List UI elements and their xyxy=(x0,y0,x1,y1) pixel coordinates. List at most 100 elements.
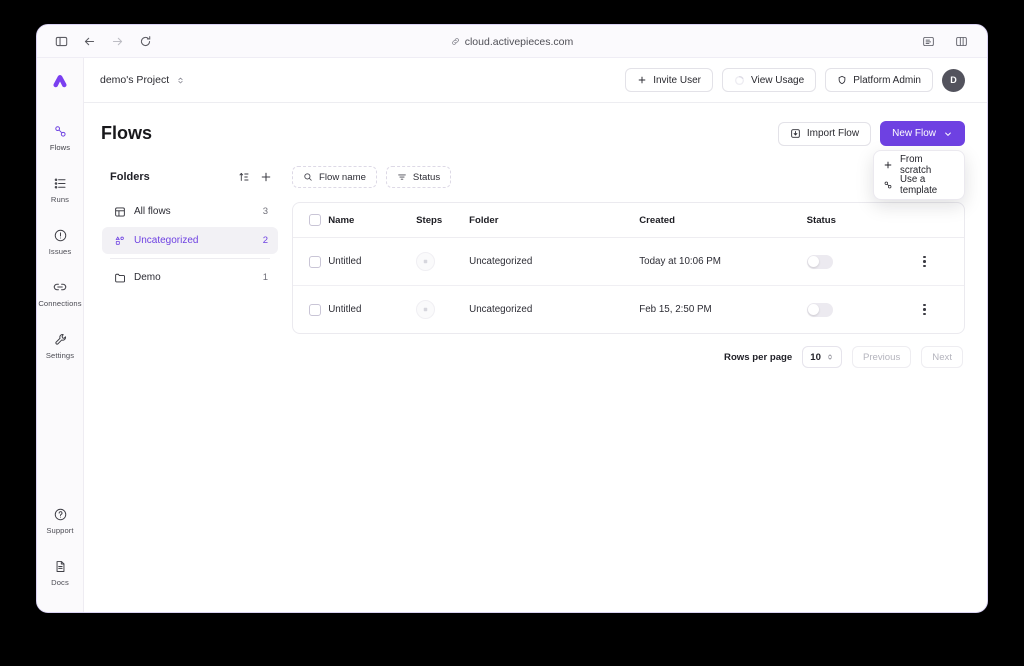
sidebar-item-issues[interactable]: Issues xyxy=(37,219,84,261)
avatar-initial: D xyxy=(950,75,957,85)
address-bar[interactable]: cloud.activepieces.com xyxy=(37,25,987,58)
rows-per-page-select[interactable]: 10 xyxy=(802,346,842,368)
add-folder-icon[interactable] xyxy=(260,171,272,183)
pagination-bar: Rows per page 10 Previous Next xyxy=(292,346,965,368)
filter-flow-name[interactable]: Flow name xyxy=(292,166,377,188)
table-row[interactable]: Untitled Uncate xyxy=(293,237,964,286)
flow-enabled-toggle[interactable] xyxy=(806,254,833,269)
main-column: demo's Project Invite User View Usage Pl… xyxy=(84,58,987,612)
project-name: demo's Project xyxy=(100,74,170,86)
sidebar-item-support[interactable]: Support xyxy=(37,498,84,540)
chrome-right-actions xyxy=(916,25,977,58)
import-flow-button[interactable]: Import Flow xyxy=(777,121,872,146)
cell-name: Untitled xyxy=(328,304,362,315)
menu-item-from-scratch[interactable]: From scratch xyxy=(874,154,964,176)
new-flow-button[interactable]: New Flow xyxy=(880,121,965,146)
row-select-cell xyxy=(293,237,329,286)
sort-icon[interactable] xyxy=(238,171,250,183)
folders-actions xyxy=(238,171,272,183)
folder-label: Demo xyxy=(134,272,161,283)
sidebar-item-label: Connections xyxy=(38,299,82,308)
row-menu-icon[interactable] xyxy=(918,255,932,269)
avatar[interactable]: D xyxy=(942,68,965,92)
folder-count: 2 xyxy=(262,235,268,246)
sidebar-item-connections[interactable]: Connections xyxy=(37,271,84,313)
usage-meter-icon xyxy=(734,75,745,86)
folders-title: Folders xyxy=(110,171,150,183)
folder-item-all-flows[interactable]: All flows 3 xyxy=(102,198,278,225)
cell-folder: Uncategorized xyxy=(469,237,640,286)
sidebar-item-flows[interactable]: Flows xyxy=(37,115,84,157)
table-body: Untitled Uncategorized Today at 10:06 PM… xyxy=(293,237,964,334)
flow-enabled-toggle[interactable] xyxy=(806,302,833,317)
row-checkbox[interactable] xyxy=(309,303,321,316)
sidebar-item-label: Support xyxy=(46,526,74,535)
table-head: Name Steps Folder Created Status xyxy=(293,203,964,238)
project-selector[interactable]: demo's Project xyxy=(100,74,185,86)
row-menu-icon[interactable] xyxy=(918,303,932,317)
topbar-actions: Invite User View Usage Platform Admin D xyxy=(625,68,965,92)
column-header-name: Name xyxy=(328,203,417,238)
sidebar-toggle-icon[interactable] xyxy=(49,29,73,53)
filter-label: Status xyxy=(412,171,441,183)
docs-icon xyxy=(53,557,68,575)
view-usage-button[interactable]: View Usage xyxy=(722,68,817,92)
flows-table-card: Name Steps Folder Created Status Untitle… xyxy=(292,202,965,334)
invite-user-button[interactable]: Invite User xyxy=(625,68,713,92)
app-root: Flows Runs Issues Connections Settings S… xyxy=(37,58,987,612)
cell-folder: Uncategorized xyxy=(469,304,533,315)
cell-created: Today at 10:06 PM xyxy=(639,237,807,286)
chevron-updown-icon xyxy=(826,353,834,361)
select-all-checkbox[interactable] xyxy=(309,214,321,226)
reload-icon[interactable] xyxy=(133,29,157,53)
import-flow-label: Import Flow xyxy=(806,128,860,139)
runs-icon xyxy=(53,174,68,192)
flows-icon xyxy=(53,122,68,140)
link-icon xyxy=(451,37,460,46)
activepieces-logo[interactable] xyxy=(45,67,75,97)
menu-item-use-a-template[interactable]: Use a template xyxy=(874,174,964,196)
sidebar-item-runs[interactable]: Runs xyxy=(37,167,84,209)
folder-item-demo[interactable]: Demo 1 xyxy=(102,264,278,291)
cell-actions xyxy=(918,286,964,334)
forward-icon[interactable] xyxy=(105,29,129,53)
issues-icon xyxy=(53,226,68,244)
platform-admin-button[interactable]: Platform Admin xyxy=(825,68,933,92)
filter-label: Flow name xyxy=(319,171,366,183)
sidebar-item-docs[interactable]: Docs xyxy=(37,550,84,592)
sidebar-item-settings[interactable]: Settings xyxy=(37,323,84,365)
browser-window: cloud.activepieces.com Flows Runs Issues… xyxy=(36,24,988,613)
step-piece-icon xyxy=(416,252,436,271)
column-header-created: Created xyxy=(639,203,807,238)
filter-icon xyxy=(397,172,407,182)
tab-overview-icon[interactable] xyxy=(949,30,973,54)
plus-icon xyxy=(883,160,893,170)
flows-table: Name Steps Folder Created Status Untitle… xyxy=(293,203,964,333)
invite-user-label: Invite User xyxy=(653,74,701,86)
chevron-down-icon xyxy=(943,129,953,139)
app-topbar: demo's Project Invite User View Usage Pl… xyxy=(84,58,987,103)
next-page-button[interactable]: Next xyxy=(921,346,963,368)
sidebar-item-label: Settings xyxy=(45,351,75,360)
grid-icon xyxy=(114,206,126,218)
back-icon[interactable] xyxy=(77,29,101,53)
column-header-folder: Folder xyxy=(469,203,640,238)
sidebar-item-label: Runs xyxy=(50,195,70,204)
menu-item-label: From scratch xyxy=(900,154,932,176)
column-header-status: Status xyxy=(806,203,918,238)
page-title: Flows xyxy=(101,123,153,143)
uncategorized-icon xyxy=(114,235,126,247)
settings-icon xyxy=(53,330,68,348)
cell-actions xyxy=(917,237,964,286)
table-row[interactable]: Untitled Uncate xyxy=(293,286,964,334)
previous-page-button[interactable]: Previous xyxy=(851,346,912,368)
reader-view-icon[interactable] xyxy=(916,30,940,54)
cell-created: Feb 15, 2:50 PM xyxy=(639,304,712,315)
row-checkbox[interactable] xyxy=(309,255,321,268)
folder-count: 3 xyxy=(262,206,268,217)
step-piece-icon xyxy=(416,300,436,319)
filter-status[interactable]: Status xyxy=(385,166,452,188)
folders-divider xyxy=(110,258,270,259)
folder-item-uncategorized[interactable]: Uncategorized 2 xyxy=(102,227,278,254)
shield-icon xyxy=(837,75,847,85)
